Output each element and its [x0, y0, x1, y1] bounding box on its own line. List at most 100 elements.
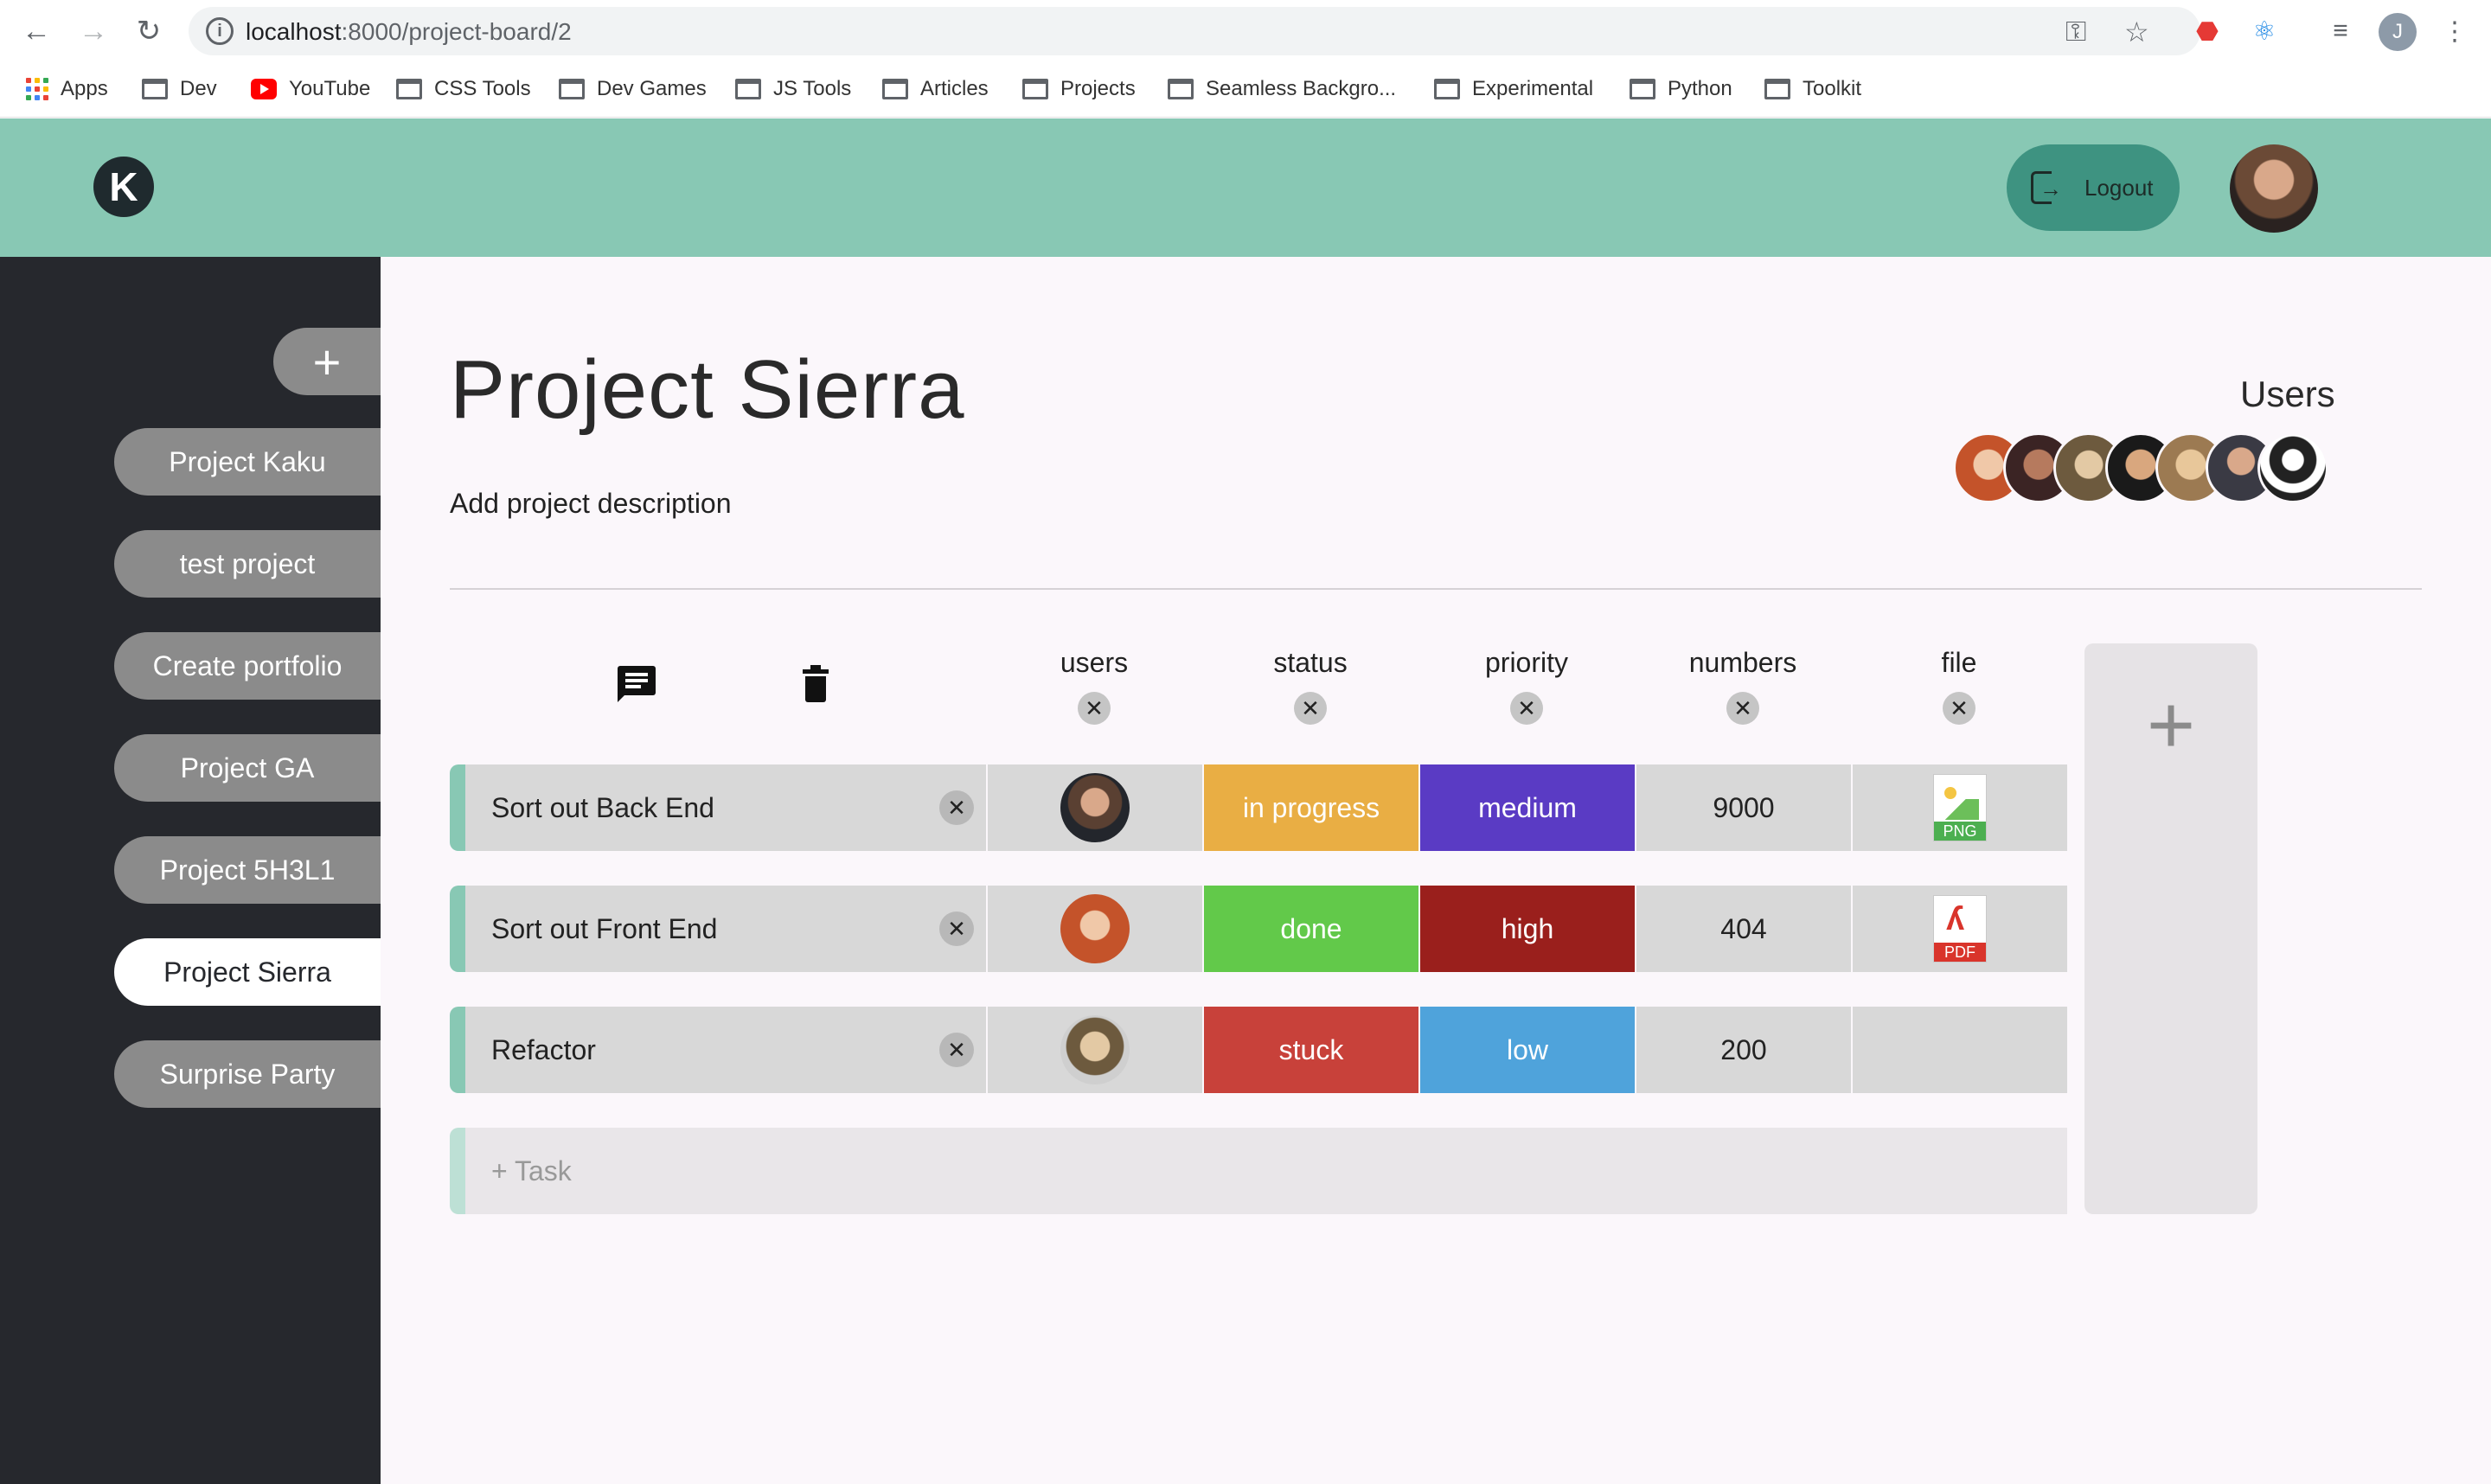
remove-column-numbers-button[interactable]: ✕ — [1726, 692, 1759, 725]
bookmark-projects[interactable]: Projects — [1022, 69, 1136, 109]
column-header-numbers[interactable]: numbers — [1635, 647, 1851, 679]
bookmark-star-icon[interactable]: ☆ — [2124, 16, 2149, 48]
pdf-file-icon[interactable]: ʎ PDF — [1933, 895, 1987, 963]
bookmark-youtube[interactable]: YouTube — [251, 69, 370, 109]
bookmark-label: Projects — [1060, 77, 1136, 100]
remove-column-file-button[interactable]: ✕ — [1943, 692, 1976, 725]
assignee-avatar[interactable] — [1060, 894, 1130, 963]
sidebar-item-create-portfolio[interactable]: Create portfolio — [114, 632, 381, 700]
column-header-priority[interactable]: priority — [1418, 647, 1635, 679]
folder-icon — [396, 79, 422, 99]
folder-icon — [735, 79, 761, 99]
folder-icon — [1630, 79, 1655, 99]
remove-column-status-button[interactable]: ✕ — [1294, 692, 1327, 725]
delete-task-button[interactable]: ✕ — [939, 912, 974, 946]
bookmark-experimental[interactable]: Experimental — [1434, 69, 1593, 109]
sidebar-item-project-5h3l1[interactable]: Project 5H3L1 — [114, 836, 381, 904]
delete-task-button[interactable]: ✕ — [939, 1033, 974, 1067]
numbers-cell[interactable]: 404 — [1636, 886, 1851, 972]
back-arrow-icon[interactable]: ← — [17, 12, 55, 50]
task-users-cell[interactable] — [988, 764, 1202, 851]
task-row: Sort out Front End ✕ done high 404 ʎ PDF — [450, 886, 2067, 972]
assignee-avatar[interactable] — [1060, 1015, 1130, 1084]
sidebar-item-project-sierra[interactable]: Project Sierra — [114, 938, 381, 1006]
logout-icon: → — [2031, 171, 2064, 204]
priority-cell[interactable]: high — [1420, 886, 1635, 972]
sidebar-item-surprise-party[interactable]: Surprise Party — [114, 1040, 381, 1108]
bookmark-label: JS Tools — [773, 77, 852, 100]
url-text[interactable]: localhost:8000/project-board/2 — [246, 18, 572, 46]
bookmark-label: Python — [1668, 77, 1732, 100]
address-bar[interactable]: i localhost:8000/project-board/2 ⚿ ☆ — [189, 7, 2200, 55]
numbers-cell[interactable]: 200 — [1636, 1007, 1851, 1093]
folder-icon — [1168, 79, 1194, 99]
add-task-placeholder: + Task — [491, 1155, 572, 1187]
task-name[interactable]: Refactor — [491, 1034, 596, 1066]
remove-column-priority-button[interactable]: ✕ — [1510, 692, 1543, 725]
status-cell[interactable]: in progress — [1204, 764, 1418, 851]
folder-icon — [882, 79, 908, 99]
file-cell[interactable]: PNG — [1853, 764, 2067, 851]
adblock-extension-icon[interactable]: ⬣ — [2190, 14, 2225, 48]
bookmark-label: Articles — [920, 77, 989, 100]
add-column-button[interactable]: + — [2084, 643, 2257, 1214]
bookmark-label: Experimental — [1472, 77, 1594, 100]
bookmark-dev-games[interactable]: Dev Games — [559, 69, 707, 109]
column-header-status[interactable]: status — [1202, 647, 1418, 679]
bookmark-articles[interactable]: Articles — [882, 69, 989, 109]
folder-icon — [1022, 79, 1048, 99]
react-devtools-icon[interactable]: ⚛ — [2247, 14, 2282, 48]
priority-cell[interactable]: medium — [1420, 764, 1635, 851]
add-task-input[interactable]: + Task — [450, 1128, 2067, 1214]
reading-list-icon[interactable]: ≡ — [2323, 14, 2358, 48]
site-info-icon[interactable]: i — [206, 17, 234, 45]
bookmark-label: Toolkit — [1803, 77, 1862, 100]
task-name-cell[interactable]: Sort out Back End ✕ — [450, 764, 986, 851]
task-name-cell[interactable]: Refactor ✕ — [450, 1007, 986, 1093]
assignee-avatar[interactable] — [1060, 773, 1130, 842]
task-users-cell[interactable] — [988, 886, 1202, 972]
forward-arrow-icon[interactable]: → — [74, 12, 112, 50]
remove-column-users-button[interactable]: ✕ — [1078, 692, 1111, 725]
sidebar-item-project-ga[interactable]: Project GA — [114, 734, 381, 802]
project-description[interactable]: Add project description — [450, 488, 732, 520]
sidebar-item-project-kaku[interactable]: Project Kaku — [114, 428, 381, 496]
status-cell[interactable]: done — [1204, 886, 1418, 972]
bookmark-apps[interactable]: Apps — [26, 69, 108, 109]
bookmark-python[interactable]: Python — [1630, 69, 1732, 109]
comment-icon[interactable] — [618, 666, 656, 704]
task-name-cell[interactable]: Sort out Front End ✕ — [450, 886, 986, 972]
reload-icon[interactable]: ↻ — [130, 12, 168, 50]
task-name[interactable]: Sort out Back End — [491, 792, 714, 824]
folder-icon — [559, 79, 585, 99]
browser-menu-icon[interactable]: ⋮ — [2437, 14, 2472, 48]
profile-avatar[interactable]: J — [2379, 13, 2417, 51]
trash-icon[interactable] — [801, 665, 839, 706]
logout-button[interactable]: → Logout — [2007, 144, 2180, 231]
file-cell[interactable] — [1853, 1007, 2067, 1093]
delete-task-button[interactable]: ✕ — [939, 790, 974, 825]
current-user-avatar[interactable] — [2230, 144, 2318, 233]
png-file-icon[interactable]: PNG — [1933, 774, 1987, 841]
numbers-cell[interactable]: 9000 — [1636, 764, 1851, 851]
default-user-icon[interactable] — [2257, 432, 2328, 503]
task-users-cell[interactable] — [988, 1007, 1202, 1093]
bookmark-js-tools[interactable]: JS Tools — [735, 69, 851, 109]
project-title[interactable]: Project Sierra — [450, 342, 965, 438]
file-cell[interactable]: ʎ PDF — [1853, 886, 2067, 972]
bookmark-toolkit[interactable]: Toolkit — [1764, 69, 1861, 109]
add-project-button[interactable]: + — [273, 328, 381, 395]
app-logo[interactable]: K — [93, 157, 154, 217]
priority-cell[interactable]: low — [1420, 1007, 1635, 1093]
key-icon[interactable]: ⚿ — [2065, 16, 2086, 48]
column-header-users[interactable]: users — [986, 647, 1202, 679]
file-type-label: PNG — [1934, 822, 1986, 841]
status-cell[interactable]: stuck — [1204, 1007, 1418, 1093]
task-name[interactable]: Sort out Front End — [491, 913, 717, 945]
bookmark-seamless-backgrounds[interactable]: Seamless Backgro... — [1168, 69, 1396, 109]
column-header-file[interactable]: file — [1851, 647, 2067, 679]
sidebar-item-test-project[interactable]: test project — [114, 530, 381, 598]
bookmark-css-tools[interactable]: CSS Tools — [396, 69, 531, 109]
bookmark-dev[interactable]: Dev — [142, 69, 217, 109]
folder-icon — [1764, 79, 1790, 99]
